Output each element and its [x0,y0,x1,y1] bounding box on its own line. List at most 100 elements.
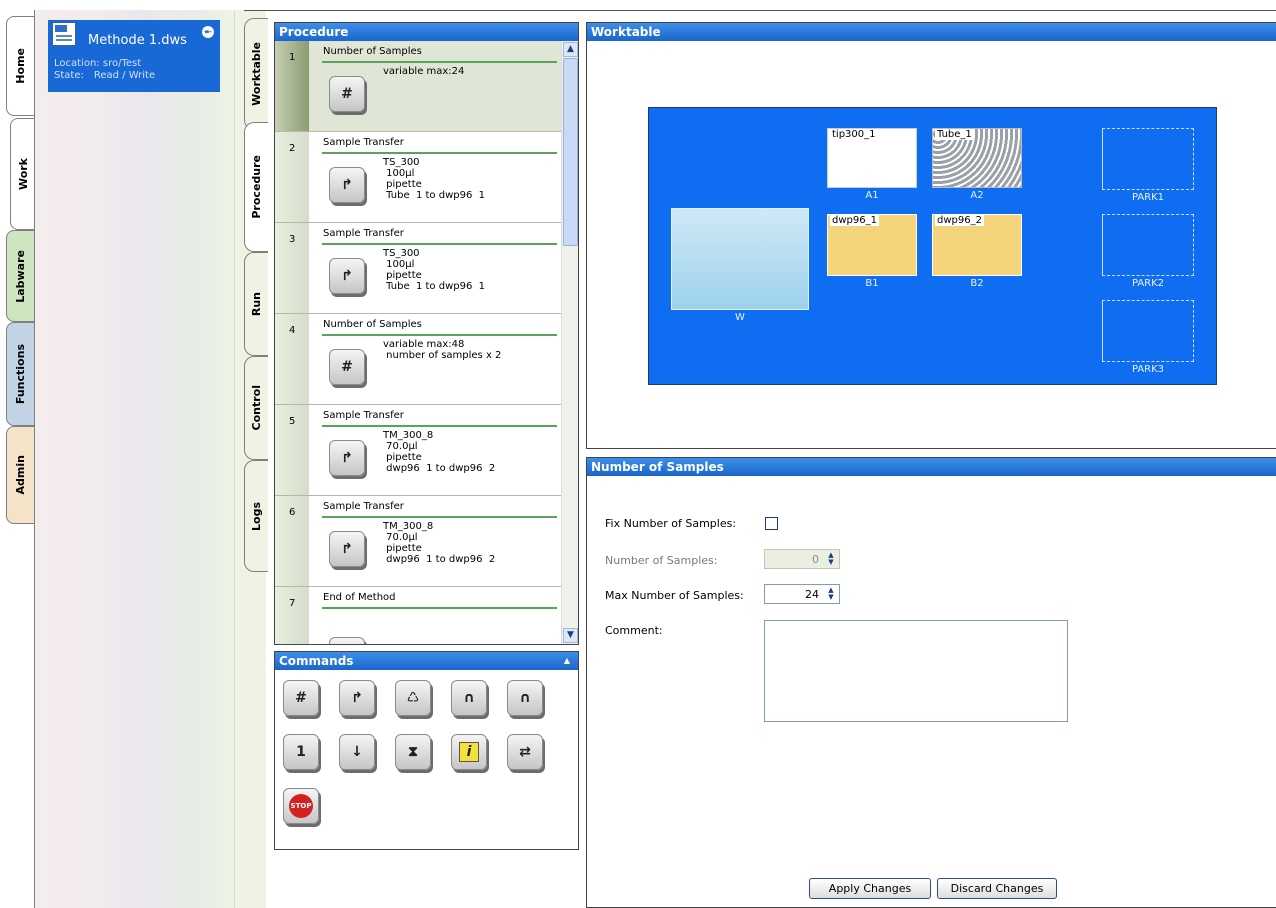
procedure-step[interactable]: 2 Sample Transfer ↱ TS_300 100µl pipette Tu… [275,132,561,223]
step-description: TS_300 100µl pipette Tube 1 to dwp96 1 [383,248,486,292]
tab-admin[interactable]: Admin [6,426,34,524]
comment-field[interactable] [764,620,1068,722]
explorer-pane: Methode 1.dws ⯬ Location: sro/Test State… [34,10,234,908]
info-icon[interactable]: i [451,734,487,770]
pane-splitter[interactable] [234,10,244,908]
end-of-method-icon[interactable]: ━ [329,637,365,644]
state-label: State: [54,70,84,81]
worktable-deck: tip300_1 A1 Tube_1 A2 W dwp96_1 B1 dwp96… [648,107,1217,385]
step-number: 2 [275,132,309,222]
sample-transfer-icon[interactable]: ↱ [339,680,375,716]
tab-procedure[interactable]: Procedure [244,122,268,252]
dwp96-1-name: dwp96_1 [830,215,879,226]
tip-rack-plate[interactable]: tip300_1 [827,128,917,188]
max-number-label: Max Number of Samples: [605,589,744,602]
tab-run-label: Run [250,291,263,317]
step-description: TM_300_8 70.0µl pipette dwp96 1 to dwp96… [383,521,496,565]
tube-rack-plate[interactable]: Tube_1 [932,128,1022,188]
reagent-transfer-icon[interactable]: 1 [283,734,319,770]
procedure-step[interactable]: 3 Sample Transfer ↱ TS_300 100µl pipette Tu… [275,223,561,314]
stop-icon[interactable]: STOP [283,788,319,824]
collapse-commands-icon[interactable]: ▲ [564,652,570,670]
procedure-step[interactable]: 7 End of Method ━ [275,587,561,644]
tip-rack-name: tip300_1 [830,129,878,140]
number-of-samples-icon[interactable]: # [329,349,365,385]
top-divider [244,10,1276,11]
tab-procedure-label: Procedure [250,155,263,219]
vacuum-icon[interactable]: ↓ [339,734,375,770]
park3-slot[interactable] [1102,300,1194,362]
tab-functions[interactable]: Functions [6,322,34,426]
tab-logs[interactable]: Logs [244,460,268,572]
scroll-up-icon[interactable]: ▲ [563,42,578,57]
dwp96-2-plate[interactable]: dwp96_2 [932,214,1022,276]
park1-slot[interactable] [1102,128,1194,190]
state-value: Read / Write [93,70,156,81]
park3-label: PARK3 [1131,364,1165,375]
procedure-header: Procedure [275,23,578,41]
step-divider [322,152,557,154]
wait-icon[interactable]: ⧗ [395,734,431,770]
sample-transfer-icon[interactable]: ↱ [329,531,365,567]
number-of-samples-icon[interactable]: # [283,680,319,716]
step-divider [322,334,557,336]
tab-control[interactable]: Control [244,356,268,460]
procedure-panel: Procedure 1 Number of Samples # variable ma… [274,22,579,645]
step-title: Sample Transfer [323,137,404,148]
stepper-arrows-icon[interactable]: ▲ ▼ [825,587,837,601]
step-number: 1 [275,41,309,131]
tube-rack-name: Tube_1 [935,129,974,140]
slot-a2-label: A2 [970,190,984,201]
max-number-stepper[interactable]: 24 ▲ ▼ [764,584,840,604]
step-divider [322,243,557,245]
tab-work[interactable]: Work [10,118,36,230]
step-description: variable max:48 number of samples x 2 [383,339,502,361]
sample-transfer-icon[interactable]: ↱ [329,167,365,203]
tab-worktable-label: Worktable [250,42,263,106]
tab-work-label: Work [17,157,30,191]
slot-a1-label: A1 [865,190,879,201]
tab-run[interactable]: Run [244,252,268,356]
exchange-icon[interactable]: ⇄ [507,734,543,770]
tab-logs-label: Logs [250,501,263,531]
tab-labware[interactable]: Labware [6,230,34,322]
step-title: Sample Transfer [323,501,404,512]
transfer-tube-icon[interactable]: ∩ [507,680,543,716]
mix-icon[interactable]: ♺ [395,680,431,716]
apply-changes-button[interactable]: Apply Changes [809,878,931,899]
number-of-samples-stepper: 0 ▲ ▼ [764,549,840,569]
procedure-scrollbar[interactable]: ▲ ▼ [561,41,578,644]
procedure-step-list: 1 Number of Samples # variable max:24 2 Sampl… [275,41,561,644]
max-number-value: 24 [805,588,819,601]
section-tabs: Home Work Labware Functions Admin [0,0,36,908]
number-of-samples-icon[interactable]: # [329,76,365,112]
slot-b2-label: B2 [970,278,984,289]
tab-home-label: Home [14,48,27,84]
thermomixer-icon[interactable]: ∩ [451,680,487,716]
procedure-step[interactable]: 6 Sample Transfer ↱ TM_300_8 70.0µl pipette… [275,496,561,587]
method-file-icon [52,22,76,46]
scroll-thumb[interactable] [563,58,578,246]
sample-transfer-icon[interactable]: ↱ [329,258,365,294]
fix-number-checkbox[interactable] [765,517,778,530]
tab-admin-label: Admin [14,455,27,495]
collapse-icon[interactable]: ⯬ [202,26,214,38]
discard-changes-button[interactable]: Discard Changes [937,878,1057,899]
waste-container[interactable] [671,208,809,310]
step-divider [322,607,557,609]
step-number: 7 [275,587,309,644]
file-info-card[interactable]: Methode 1.dws ⯬ Location: sro/Test State… [48,20,220,92]
park2-slot[interactable] [1102,214,1194,276]
tab-worktable[interactable]: Worktable [244,18,268,130]
worktable-header: Worktable [587,23,1276,41]
park1-label: PARK1 [1131,192,1165,203]
procedure-step[interactable]: 4 Number of Samples # variable max:48 numbe… [275,314,561,405]
procedure-step[interactable]: 1 Number of Samples # variable max:24 [275,41,561,132]
dwp96-1-plate[interactable]: dwp96_1 [827,214,917,276]
sample-transfer-icon[interactable]: ↱ [329,440,365,476]
scroll-down-icon[interactable]: ▼ [563,628,578,643]
worktable-panel: Worktable tip300_1 A1 Tube_1 A2 W dwp96_… [586,22,1276,449]
procedure-step[interactable]: 5 Sample Transfer ↱ TM_300_8 70.0µl pipette… [275,405,561,496]
step-number: 3 [275,223,309,313]
tab-home[interactable]: Home [6,16,34,116]
